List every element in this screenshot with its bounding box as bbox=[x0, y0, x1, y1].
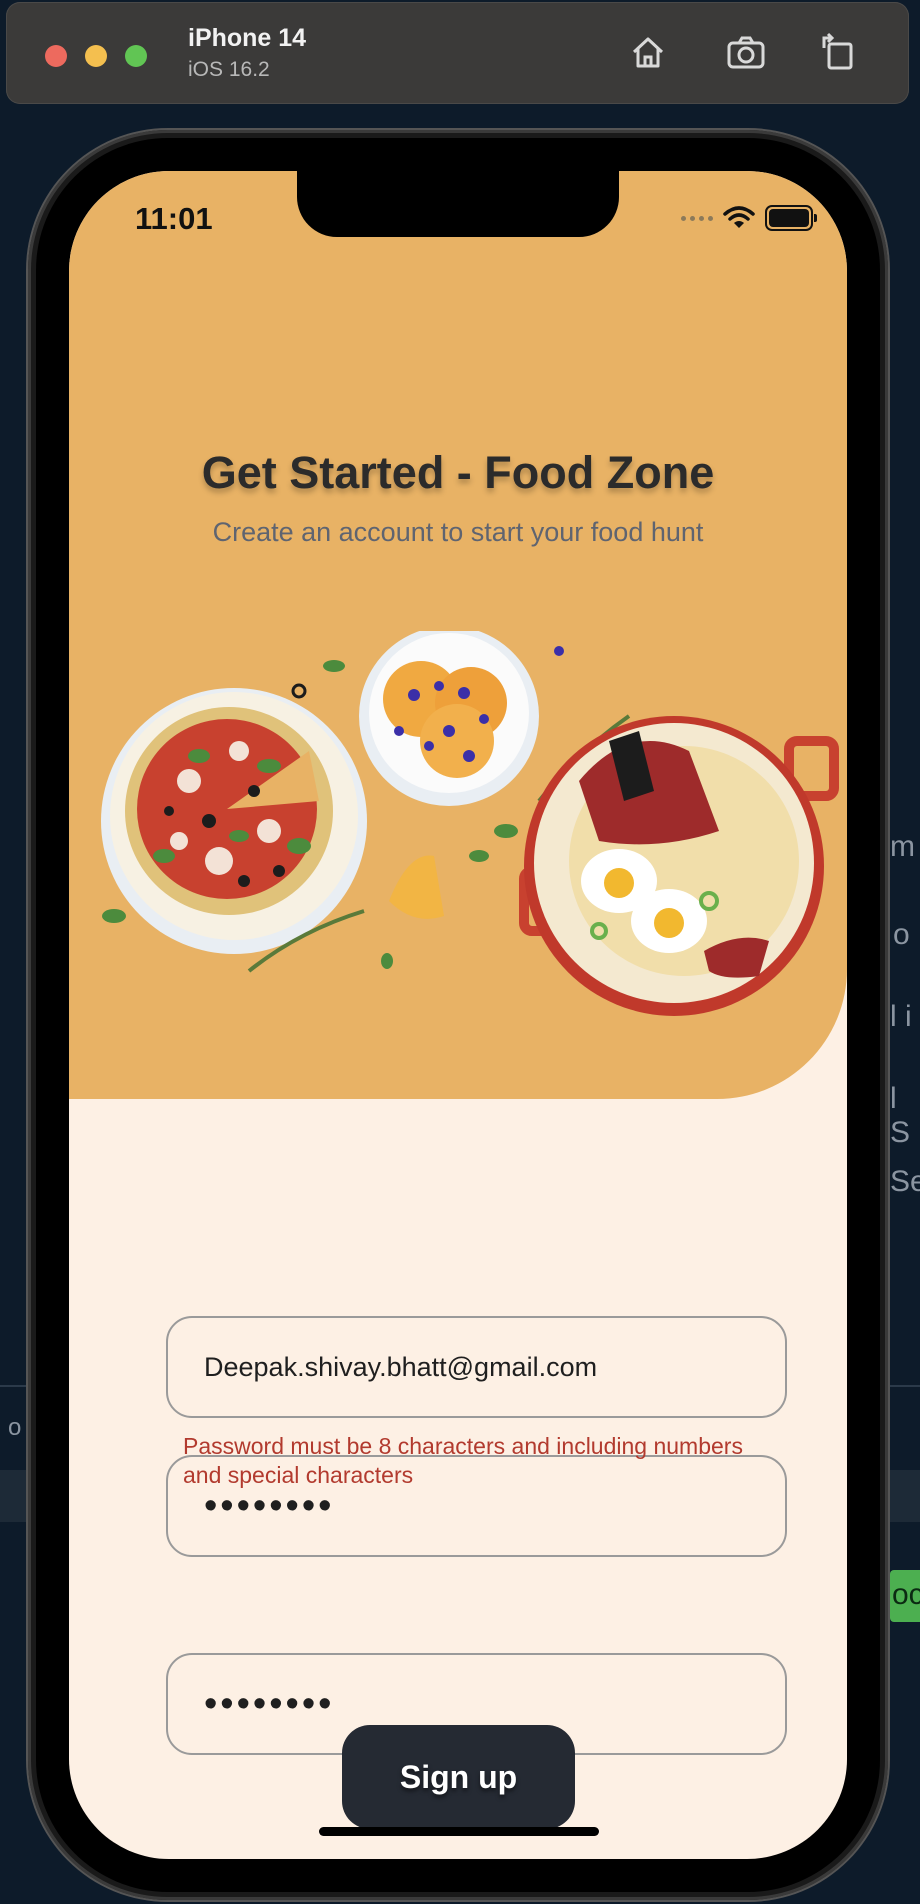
pizza-image bbox=[101, 688, 367, 954]
app-screen: 11:01 Get Started - Food Zone Create an … bbox=[69, 171, 847, 1859]
background-text: m bbox=[890, 830, 915, 863]
battery-icon bbox=[765, 205, 817, 231]
background-text: Se bbox=[890, 1165, 920, 1198]
pancake-image bbox=[359, 631, 539, 806]
zoom-window-button[interactable] bbox=[125, 45, 147, 67]
close-window-button[interactable] bbox=[45, 45, 67, 67]
simulator-toolbar: iPhone 14 iOS 16.2 bbox=[6, 2, 909, 104]
background-text: l S bbox=[890, 1082, 911, 1149]
minimize-window-button[interactable] bbox=[85, 45, 107, 67]
rotate-icon[interactable] bbox=[816, 30, 860, 74]
status-icons bbox=[681, 205, 817, 231]
background-text: l i bbox=[890, 1000, 912, 1033]
wifi-icon bbox=[723, 206, 755, 228]
page-subtitle: Create an account to start your food hun… bbox=[212, 517, 704, 547]
os-version: iOS 16.2 bbox=[188, 58, 270, 81]
background-button: oc bbox=[890, 1570, 920, 1622]
background-text: o bbox=[8, 1414, 22, 1441]
email-field[interactable]: Deepak.shivay.bhatt@gmail.com bbox=[166, 1316, 787, 1418]
background-text: oc bbox=[892, 1578, 920, 1611]
iphone-frame: 11:01 Get Started - Food Zone Create an … bbox=[28, 130, 888, 1900]
signal-icon bbox=[681, 215, 713, 221]
screenshot-icon[interactable] bbox=[724, 30, 768, 74]
home-icon[interactable] bbox=[626, 30, 670, 74]
food-illustration bbox=[101, 631, 839, 1016]
password-error: Password must be 8 characters and includ… bbox=[183, 1433, 743, 1488]
home-indicator bbox=[319, 1827, 599, 1836]
page-title: Get Started - Food Zone bbox=[201, 447, 715, 498]
notch bbox=[297, 171, 619, 237]
status-time: 11:01 bbox=[135, 201, 213, 236]
ramen-image bbox=[519, 716, 839, 1016]
background-text: o bbox=[893, 918, 910, 951]
signup-button[interactable]: Sign up bbox=[342, 1725, 575, 1829]
device-name: iPhone 14 bbox=[188, 24, 307, 52]
